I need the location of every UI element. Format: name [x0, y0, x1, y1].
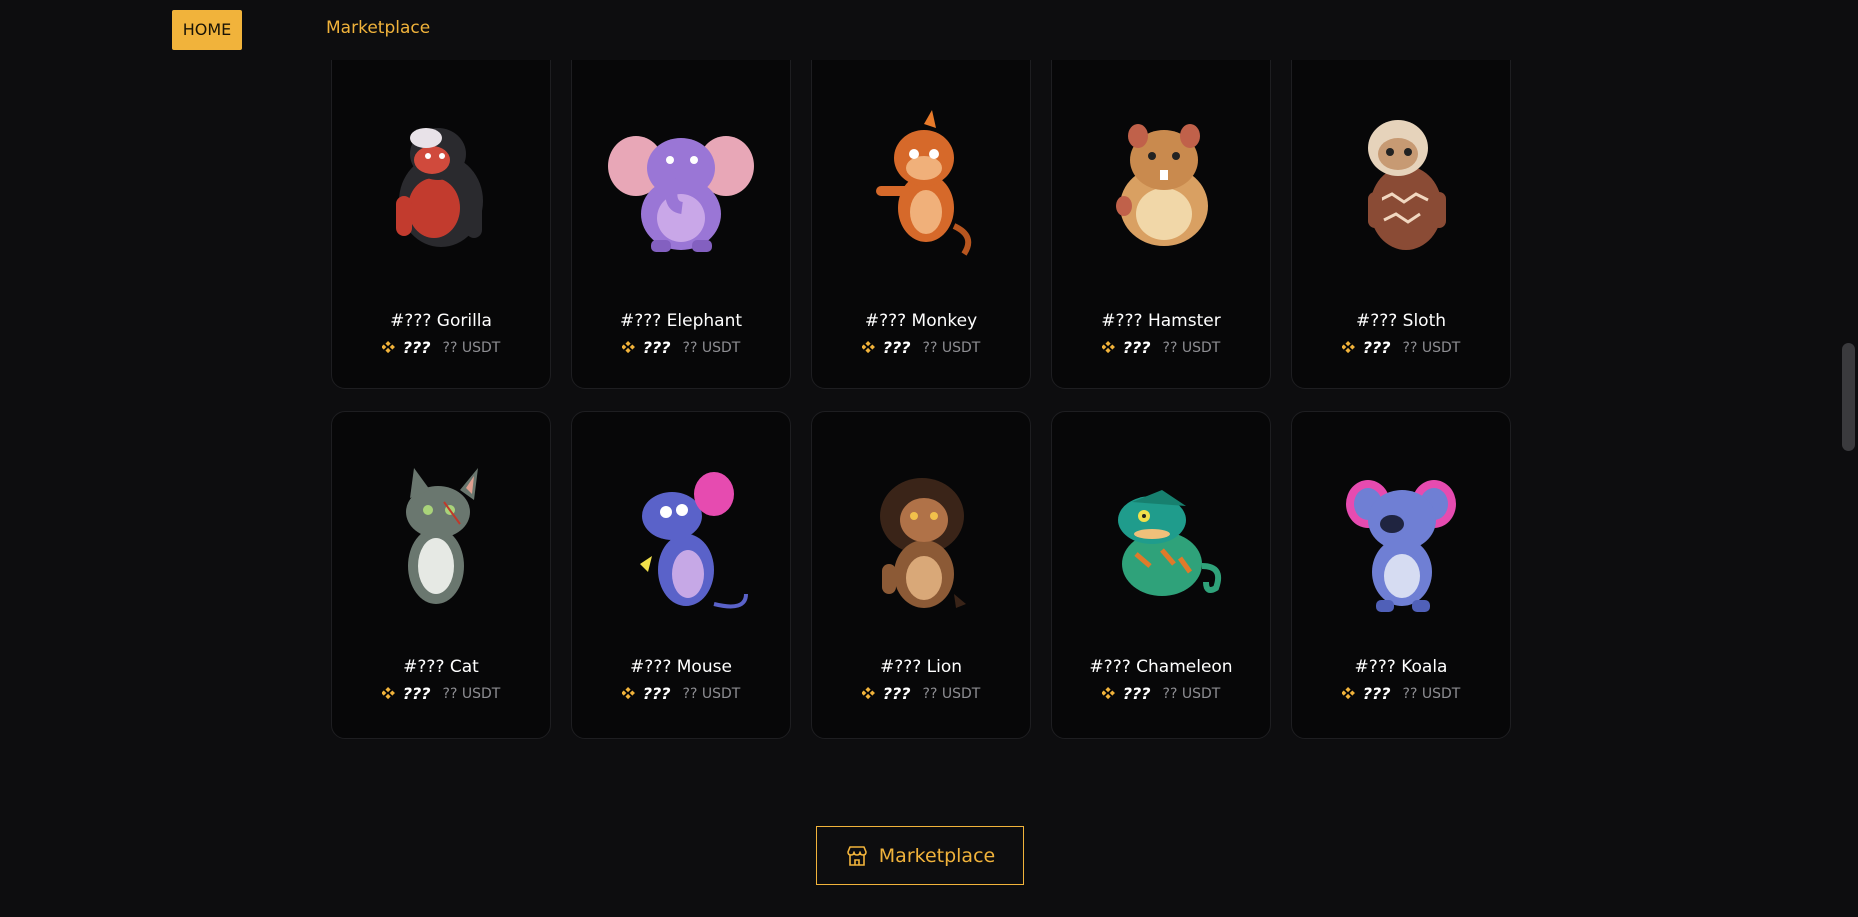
nft-name: #??? Hamster	[1101, 311, 1221, 331]
nft-card-gorilla[interactable]: #??? Gorilla ??? ?? USDT	[331, 60, 551, 389]
usdt-price: ?? USDT	[922, 339, 981, 356]
koala-icon	[1292, 454, 1510, 624]
price-row: ??? ?? USDT	[1292, 338, 1510, 357]
elephant-icon	[572, 96, 790, 266]
shop-icon	[846, 845, 867, 866]
nft-card-koala[interactable]: #??? Koala ??? ?? USDT	[1291, 411, 1511, 739]
nft-name: #??? Monkey	[864, 311, 978, 331]
nft-name: #??? Cat	[403, 657, 479, 677]
nav-home-button[interactable]: HOME	[172, 10, 242, 50]
usdt-price: ?? USDT	[1162, 685, 1221, 702]
bnb-price: ???	[642, 338, 671, 357]
usdt-price: ?? USDT	[682, 339, 741, 356]
usdt-price: ?? USDT	[442, 339, 501, 356]
usdt-price: ?? USDT	[442, 685, 501, 702]
bnb-price: ???	[402, 684, 431, 703]
price-row: ??? ?? USDT	[572, 684, 790, 703]
bnb-coin-icon	[861, 341, 875, 354]
bnb-price: ???	[1122, 338, 1151, 357]
mouse-icon	[572, 454, 790, 624]
price-row: ??? ?? USDT	[812, 684, 1030, 703]
price-row: ??? ?? USDT	[1052, 684, 1270, 703]
bnb-coin-icon	[621, 341, 635, 354]
price-row: ??? ?? USDT	[332, 338, 550, 357]
bnb-price: ???	[402, 338, 431, 357]
nft-name: #??? Elephant	[619, 311, 743, 331]
gorilla-icon	[332, 96, 550, 266]
nft-card-elephant[interactable]: #??? Elephant ??? ?? USDT	[571, 60, 791, 389]
lion-icon	[812, 454, 1030, 624]
usdt-price: ?? USDT	[682, 685, 741, 702]
marketplace-button-label: Marketplace	[878, 844, 996, 867]
sloth-icon	[1292, 96, 1510, 266]
bnb-coin-icon	[861, 687, 875, 700]
nft-card-cat[interactable]: #??? Cat ??? ?? USDT	[331, 411, 551, 739]
chameleon-icon	[1052, 454, 1270, 624]
nft-card-mouse[interactable]: #??? Mouse ??? ?? USDT	[571, 411, 791, 739]
bnb-coin-icon	[1101, 341, 1115, 354]
bnb-price: ???	[1362, 338, 1391, 357]
nft-card-sloth[interactable]: #??? Sloth ??? ?? USDT	[1291, 60, 1511, 389]
nft-card-hamster[interactable]: #??? Hamster ??? ?? USDT	[1051, 60, 1271, 389]
bnb-price: ???	[1362, 684, 1391, 703]
usdt-price: ?? USDT	[1402, 339, 1461, 356]
monkey-icon	[812, 96, 1030, 266]
price-row: ??? ?? USDT	[812, 338, 1030, 357]
bnb-coin-icon	[381, 341, 395, 354]
bnb-price: ???	[882, 338, 911, 357]
bnb-coin-icon	[381, 687, 395, 700]
bnb-coin-icon	[1101, 687, 1115, 700]
price-row: ??? ?? USDT	[572, 338, 790, 357]
nft-name: #??? Mouse	[630, 657, 732, 677]
price-row: ??? ?? USDT	[332, 684, 550, 703]
nft-name: #??? Lion	[879, 657, 963, 677]
bnb-price: ???	[1122, 684, 1151, 703]
bnb-coin-icon	[1341, 341, 1355, 354]
bnb-price: ???	[882, 684, 911, 703]
cat-icon	[332, 454, 550, 624]
price-row: ??? ?? USDT	[1292, 684, 1510, 703]
bnb-coin-icon	[621, 687, 635, 700]
bnb-price: ???	[642, 684, 671, 703]
nft-card-chameleon[interactable]: #??? Chameleon ??? ?? USDT	[1051, 411, 1271, 739]
price-row: ??? ?? USDT	[1052, 338, 1270, 357]
scrollbar[interactable]	[1840, 0, 1858, 917]
usdt-price: ?? USDT	[1162, 339, 1221, 356]
usdt-price: ?? USDT	[1402, 685, 1461, 702]
nft-name: #??? Sloth	[1355, 311, 1447, 331]
hamster-icon	[1052, 96, 1270, 266]
top-navigation: HOME Marketplace	[0, 0, 1840, 58]
usdt-price: ?? USDT	[922, 685, 981, 702]
nft-name: #??? Chameleon	[1089, 657, 1233, 677]
nft-card-monkey[interactable]: #??? Monkey ??? ?? USDT	[811, 60, 1031, 389]
bnb-coin-icon	[1341, 687, 1355, 700]
scrollbar-thumb[interactable]	[1842, 343, 1855, 451]
nft-name: #??? Koala	[1354, 657, 1448, 677]
nav-marketplace-link[interactable]: Marketplace	[326, 18, 430, 38]
nft-name: #??? Gorilla	[390, 311, 492, 331]
marketplace-button[interactable]: Marketplace	[816, 826, 1024, 885]
nft-card-lion[interactable]: #??? Lion ??? ?? USDT	[811, 411, 1031, 739]
nft-card-grid: #??? Gorilla ??? ?? USDT #??? Elephant ?…	[331, 60, 1511, 739]
